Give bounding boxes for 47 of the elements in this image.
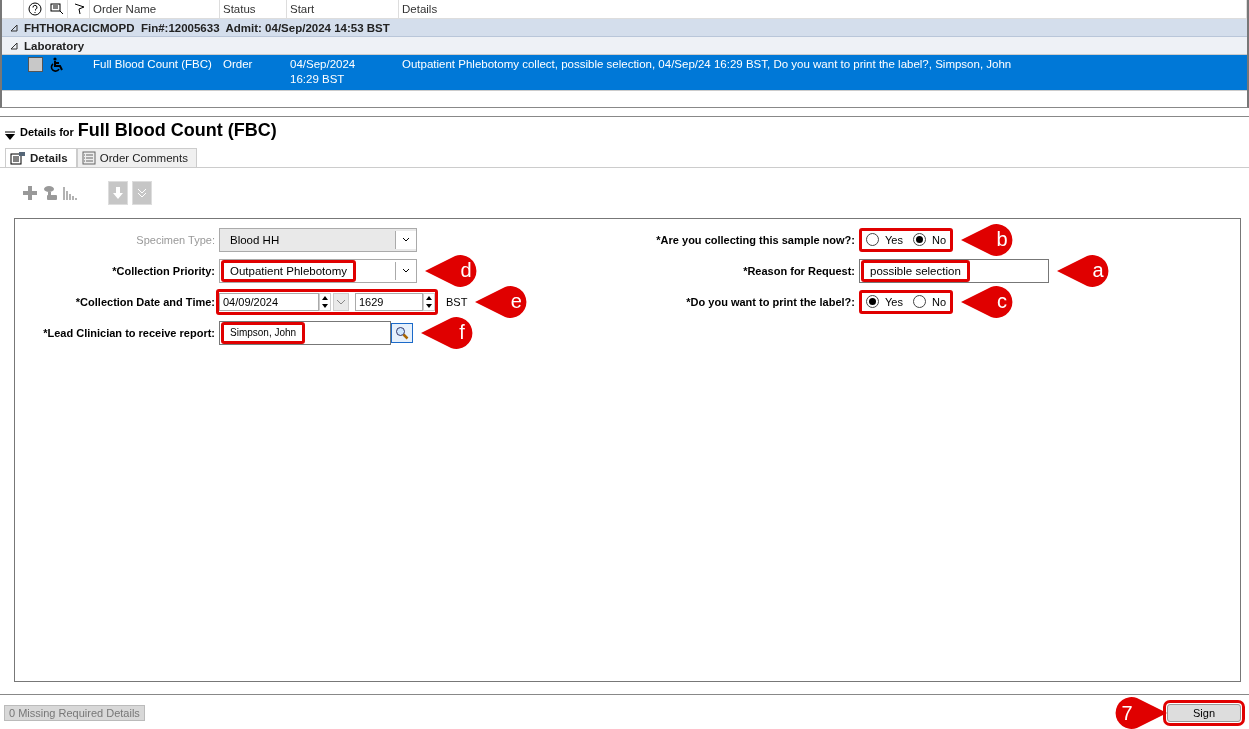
collapse-icon[interactable] (4, 130, 16, 141)
tab[interactable]: Order Comments (76, 147, 197, 168)
chevron-down-icon[interactable] (402, 267, 410, 274)
radio-option[interactable]: No (912, 295, 946, 309)
table-cell-text: Full Blood Count (FBC) (92, 57, 213, 72)
table-cell-text: Outpatient Phlebotomy collect, possible selection, 04/Sep/24 16:29 BST, Do you want to print the label?, Simpson, John (401, 57, 1013, 72)
date-field[interactable]: 04/09/2024 (219, 292, 319, 311)
column-header[interactable]: Order Name (90, 0, 220, 18)
missing-details-status: 0 Missing Required Details (4, 705, 145, 721)
time-field[interactable]: 1629 (355, 292, 423, 311)
list-icon (81, 151, 96, 166)
down-arrow-icon (112, 186, 124, 201)
checkbox[interactable] (27, 57, 43, 72)
column-header[interactable]: Status (220, 0, 287, 18)
details-label: Details for (20, 125, 74, 138)
search-button[interactable] (391, 322, 413, 343)
field-label: *Are you collecting this sample now?: (655, 233, 855, 246)
dropdown-field[interactable]: Outpatient Phlebotomy (219, 258, 417, 283)
group-title: Laboratory (24, 39, 85, 52)
collapse-icon[interactable] (10, 23, 18, 32)
field-label: Specimen Type: (135, 233, 215, 246)
help-icon[interactable] (27, 2, 42, 16)
form-icon (10, 151, 26, 166)
add-icon[interactable] (22, 185, 38, 202)
chevron-down-icon[interactable] (402, 236, 410, 243)
collapse-icon[interactable] (10, 41, 18, 50)
radio-option[interactable]: Yes (866, 233, 903, 247)
radio-option[interactable]: Yes (866, 295, 903, 309)
field-label: *Collection Date and Time: (74, 295, 215, 308)
radio-option[interactable]: No (912, 233, 946, 247)
details-title: Full Blood Count (FBC) (77, 119, 277, 141)
table-cell-text: 04/Sep/2024 16:29 BST (289, 57, 357, 87)
chevron-down-icon (336, 298, 346, 305)
column-header[interactable]: Details (399, 0, 1247, 18)
group-title: FHTHORACICMOPD Fin#:12005633 Admit: 04/Sep/2024 14:53 BST (24, 21, 390, 34)
wheelchair-icon (49, 57, 65, 73)
tab[interactable]: Details (5, 147, 77, 168)
field-label: *Do you want to print the label?: (685, 295, 855, 308)
time-zone: BST (446, 295, 468, 308)
order-row[interactable]: Full Blood Count (FBC) Order 04/Sep/2024 16:29 BST Outpatient Phlebotomy collect, possible selection, 04/Sep/24 16:29 BST, Do you want to print the label?, Simpson, John (2, 54, 1247, 91)
column-header[interactable]: Start (287, 0, 399, 18)
table-cell-text: Order (222, 57, 254, 72)
field-label: *Reason for Request: (742, 264, 855, 277)
field-label: *Collection Priority: (111, 264, 215, 277)
lookup-field[interactable]: Simpson, John (219, 320, 391, 345)
field-label: *Lead Clinician to receive report: (42, 326, 215, 339)
text-field[interactable]: possible selection (859, 258, 1049, 283)
